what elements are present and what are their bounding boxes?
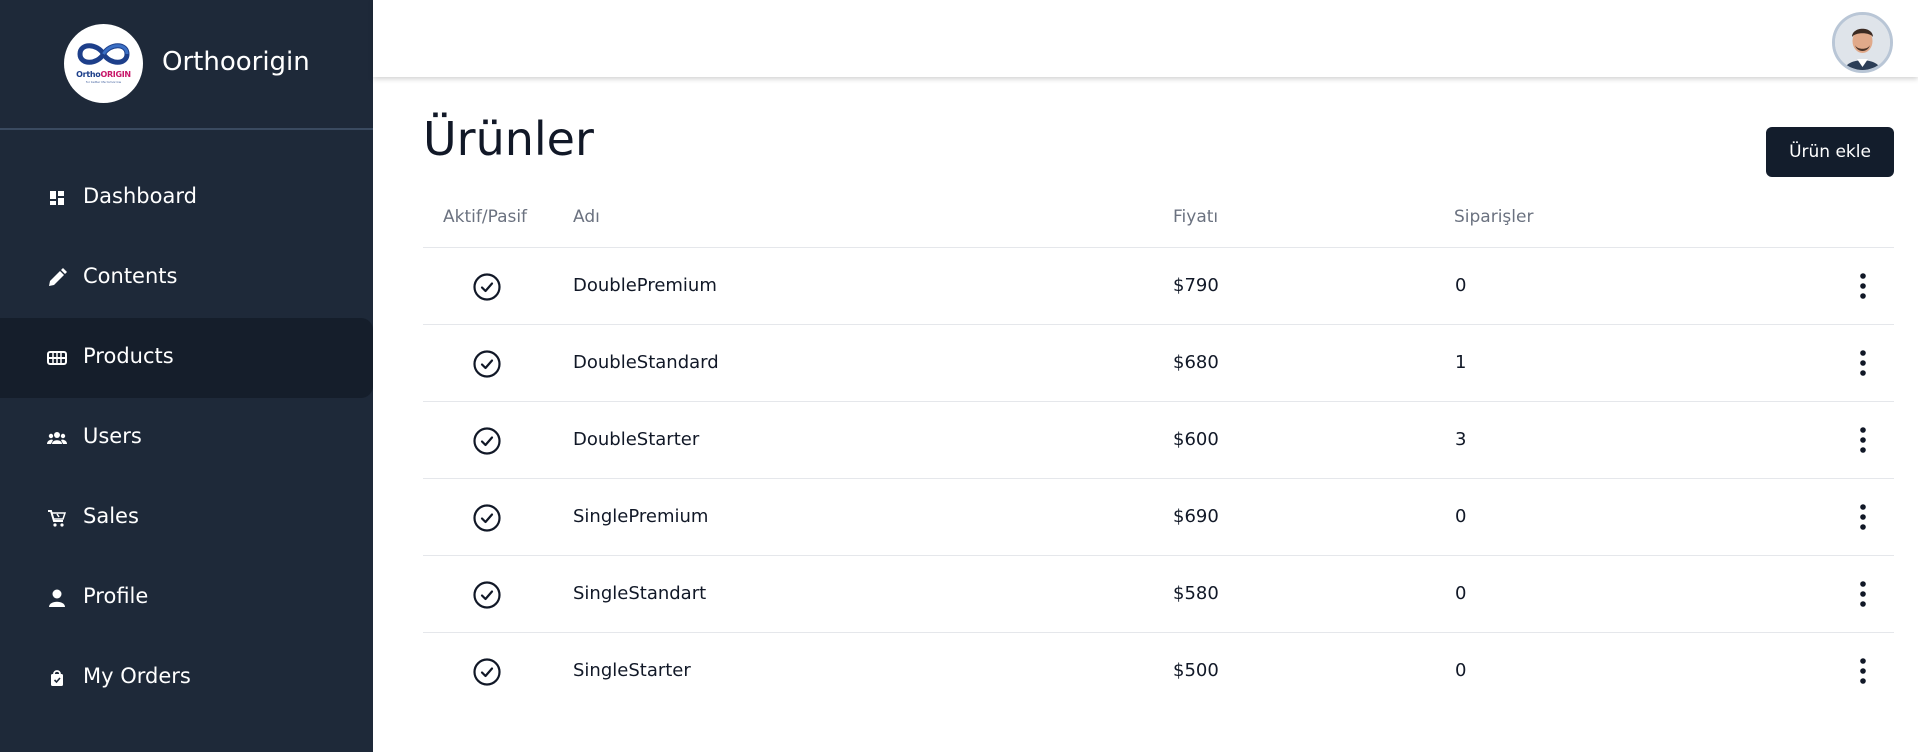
column-header-status: Aktif/Pasif — [443, 207, 528, 227]
sidebar-item-label: Profile — [83, 584, 149, 608]
page-title: Ürünler — [423, 112, 594, 166]
product-orders: 0 — [1455, 660, 1467, 681]
brand-name: Orthoorigin — [162, 47, 310, 77]
sidebar: OrthoORIGIN for better life tomorrow Ort… — [0, 0, 373, 752]
table-row: SinglePremium $690 0 — [423, 478, 1894, 555]
brand-logo: OrthoORIGIN for better life tomorrow — [64, 24, 143, 103]
sidebar-item-products[interactable]: Products — [0, 318, 373, 398]
brand-header: OrthoORIGIN for better life tomorrow Ort… — [0, 0, 373, 130]
table-row: DoubleStarter $600 3 — [423, 401, 1894, 478]
table-row: SingleStandart $580 0 — [423, 555, 1894, 632]
logo-tagline: for better life tomorrow — [85, 80, 122, 84]
product-price: $690 — [1173, 506, 1219, 527]
sidebar-item-label: Users — [83, 424, 142, 448]
product-name: SingleStarter — [573, 660, 691, 681]
sidebar-item-dashboard[interactable]: Dashboard — [0, 158, 373, 238]
product-name: DoublePremium — [573, 275, 717, 296]
more-vertical-icon[interactable] — [1853, 578, 1873, 610]
more-vertical-icon[interactable] — [1853, 424, 1873, 456]
product-name: DoubleStandard — [573, 352, 719, 373]
product-orders: 0 — [1455, 275, 1467, 296]
topbar — [373, 0, 1918, 77]
check-circle-icon[interactable] — [473, 504, 501, 532]
check-circle-icon[interactable] — [473, 350, 501, 378]
more-vertical-icon[interactable] — [1853, 347, 1873, 379]
product-price: $500 — [1173, 660, 1219, 681]
sidebar-item-label: My Orders — [83, 664, 191, 688]
person-icon — [49, 589, 65, 607]
check-circle-icon[interactable] — [473, 273, 501, 301]
product-name: SingleStandart — [573, 583, 707, 604]
check-circle-icon[interactable] — [473, 581, 501, 609]
check-circle-icon[interactable] — [473, 427, 501, 455]
sidebar-item-profile[interactable]: Profile — [0, 558, 373, 638]
column-header-price: Fiyatı — [1173, 207, 1219, 227]
cart-icon — [48, 510, 67, 527]
user-avatar-icon — [1835, 15, 1890, 70]
product-orders: 0 — [1455, 583, 1467, 604]
sidebar-item-users[interactable]: Users — [0, 398, 373, 478]
sidebar-item-contents[interactable]: Contents — [0, 238, 373, 318]
avatar[interactable] — [1832, 12, 1893, 73]
more-vertical-icon[interactable] — [1853, 270, 1873, 302]
infinity-logo-icon — [77, 43, 130, 65]
product-price: $580 — [1173, 583, 1219, 604]
sidebar-item-label: Sales — [83, 504, 139, 528]
sidebar-item-label: Products — [83, 344, 174, 368]
product-orders: 3 — [1455, 429, 1467, 450]
product-orders: 1 — [1455, 352, 1467, 373]
column-header-orders: Siparişler — [1454, 207, 1534, 227]
check-circle-icon[interactable] — [473, 658, 501, 686]
product-name: SinglePremium — [573, 506, 709, 527]
logo-wordmark: OrthoORIGIN — [76, 70, 131, 79]
product-orders: 0 — [1455, 506, 1467, 527]
sidebar-item-label: Dashboard — [83, 184, 197, 208]
sidebar-item-label: Contents — [83, 264, 178, 288]
users-icon — [47, 432, 67, 444]
more-vertical-icon[interactable] — [1853, 655, 1873, 687]
table-row: DoublePremium $790 0 — [423, 247, 1894, 324]
bag-icon — [51, 670, 63, 686]
sidebar-item-sales[interactable]: Sales — [0, 478, 373, 558]
product-price: $790 — [1173, 275, 1219, 296]
product-price: $680 — [1173, 352, 1219, 373]
add-product-button[interactable]: Ürün ekle — [1766, 127, 1894, 177]
table-row: DoubleStandard $680 1 — [423, 324, 1894, 401]
product-price: $600 — [1173, 429, 1219, 450]
product-name: DoubleStarter — [573, 429, 700, 450]
sidebar-item-my-orders[interactable]: My Orders — [0, 638, 373, 718]
pencil-icon — [49, 268, 67, 286]
dashboard-icon — [50, 191, 64, 205]
more-vertical-icon[interactable] — [1853, 501, 1873, 533]
table-row: SingleStarter $500 0 — [423, 632, 1894, 709]
products-icon — [47, 351, 67, 365]
column-header-name: Adı — [573, 207, 600, 227]
